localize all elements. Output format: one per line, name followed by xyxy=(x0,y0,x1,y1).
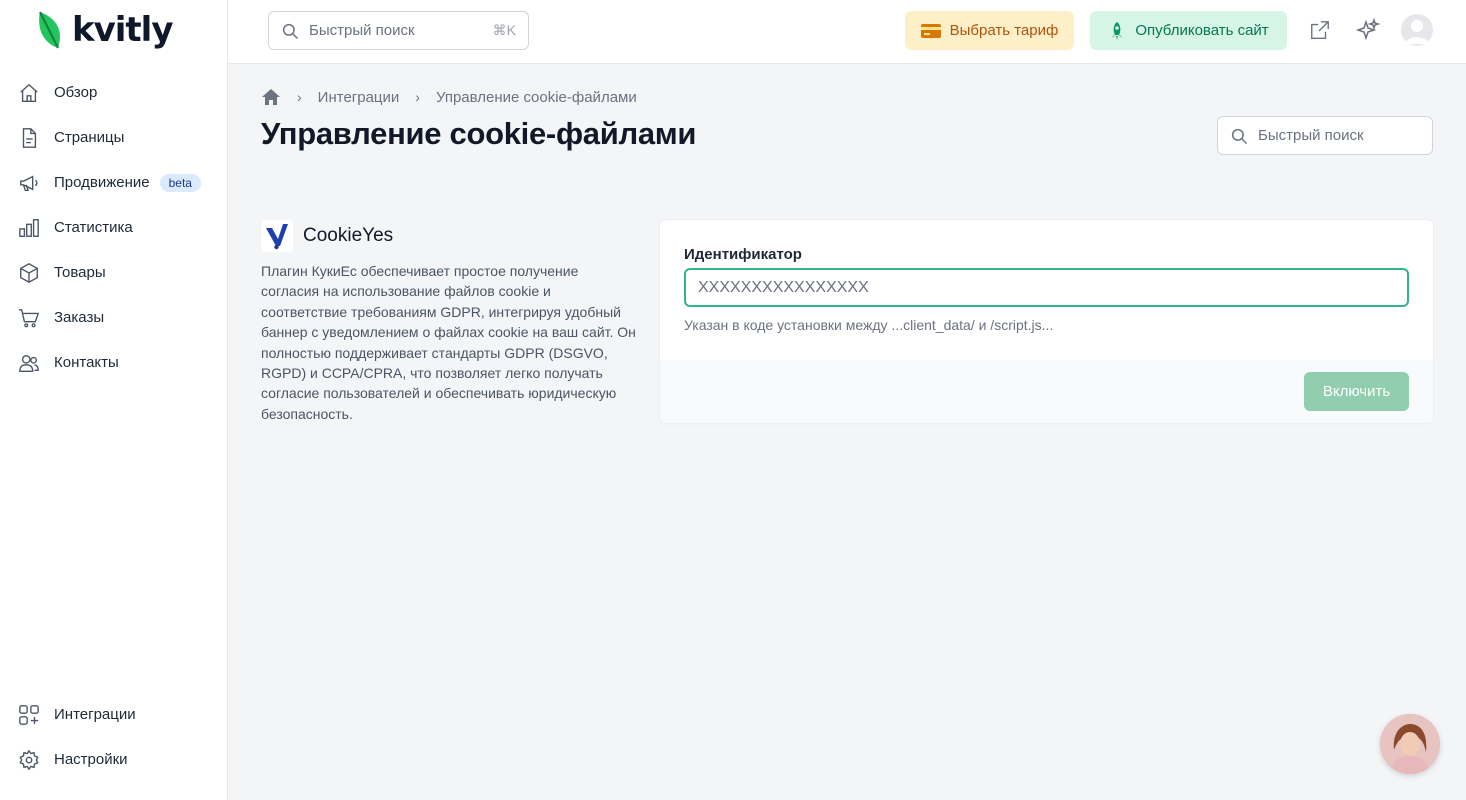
ai-assistant-button[interactable] xyxy=(1355,17,1381,43)
page-icon xyxy=(22,127,37,148)
identifier-input[interactable] xyxy=(684,268,1409,307)
sidebar-bottom-nav: Интеграции Настройки xyxy=(0,692,228,782)
sparkles-icon xyxy=(1356,18,1380,41)
breadcrumb-link-integrations[interactable]: Интеграции xyxy=(318,89,400,106)
home-icon[interactable] xyxy=(261,88,281,106)
sidebar-item-promotion[interactable]: Продвижение beta xyxy=(0,160,228,205)
sidebar-item-overview[interactable]: Обзор xyxy=(0,70,228,115)
plugin-description: Плагин КукиЕс обеспечивает простое получ… xyxy=(261,263,636,422)
sidebar-item-statistics[interactable]: Статистика xyxy=(0,205,228,250)
sidebar-item-label: Статистика xyxy=(54,219,133,236)
users-icon xyxy=(19,354,39,372)
rocket-icon xyxy=(1112,21,1123,40)
identifier-hint: Указан в коде установки между ...client_… xyxy=(684,317,1054,333)
sidebar-item-label: Интеграции xyxy=(54,706,136,723)
search-icon xyxy=(1231,128,1248,144)
page-search-input[interactable]: Быстрый поиск xyxy=(1217,116,1433,155)
integration-settings-card: Идентификатор Указан в коде установки ме… xyxy=(660,220,1433,423)
topbar: Быстрый поиск ⌘K Выбрать тариф Опубликов… xyxy=(228,0,1466,64)
plugin-header: CookieYes xyxy=(261,220,393,252)
sidebar-item-label: Контакты xyxy=(54,354,119,371)
enable-button[interactable]: Включить xyxy=(1304,372,1409,411)
credit-card-icon xyxy=(920,23,941,38)
publish-site-label: Опубликовать сайт xyxy=(1135,22,1269,39)
publish-site-button[interactable]: Опубликовать сайт xyxy=(1090,11,1287,50)
sidebar-item-contacts[interactable]: Контакты xyxy=(0,340,228,385)
support-avatar-icon xyxy=(1380,714,1440,774)
search-shortcut: ⌘K xyxy=(492,22,516,38)
open-site-button[interactable] xyxy=(1307,17,1333,43)
search-placeholder: Быстрый поиск xyxy=(1258,127,1364,144)
sidebar-item-orders[interactable]: Заказы xyxy=(0,295,228,340)
choose-plan-button[interactable]: Выбрать тариф xyxy=(905,11,1074,50)
sidebar-item-pages[interactable]: Страницы xyxy=(0,115,228,160)
box-icon xyxy=(20,262,38,283)
user-avatar[interactable] xyxy=(1401,14,1433,46)
sidebar-item-label: Страницы xyxy=(54,129,125,146)
chevron-right-icon: › xyxy=(297,89,302,105)
card-footer: Включить xyxy=(660,360,1433,423)
global-search-input[interactable]: Быстрый поиск ⌘K xyxy=(268,11,529,50)
logo-text: kvitly xyxy=(72,10,173,50)
page-title: Управление cookie-файлами xyxy=(261,116,697,151)
leaf-logo-icon xyxy=(39,11,60,49)
sidebar-item-settings[interactable]: Настройки xyxy=(0,737,228,782)
megaphone-icon xyxy=(20,174,38,191)
sidebar-item-label: Продвижение xyxy=(54,174,150,191)
sidebar-item-label: Товары xyxy=(54,264,106,281)
apps-plus-icon xyxy=(19,704,39,725)
sidebar-item-label: Заказы xyxy=(54,309,105,326)
sidebar-item-products[interactable]: Товары xyxy=(0,250,228,295)
beta-badge: beta xyxy=(159,173,201,192)
logo[interactable]: kvitly xyxy=(36,10,173,50)
plugin-name: CookieYes xyxy=(303,225,394,246)
home-icon xyxy=(20,83,38,102)
bar-chart-icon xyxy=(19,218,39,237)
sidebar-nav: Обзор Страницы Продвижение beta Статисти… xyxy=(0,70,228,385)
cookieyes-logo xyxy=(261,220,293,252)
breadcrumb: › Интеграции › Управление cookie-файлами xyxy=(261,88,637,106)
gear-icon xyxy=(19,749,39,770)
chevron-right-icon: › xyxy=(415,89,420,105)
external-link-icon xyxy=(1311,21,1329,39)
choose-plan-label: Выбрать тариф xyxy=(949,22,1059,39)
sidebar-item-integrations[interactable]: Интеграции xyxy=(0,692,228,737)
check-mark-icon xyxy=(266,224,288,250)
cart-icon xyxy=(18,308,40,327)
identifier-label: Идентификатор xyxy=(684,246,802,263)
support-chat-button[interactable] xyxy=(1380,714,1440,774)
breadcrumb-current: Управление cookie-файлами xyxy=(435,88,637,106)
sidebar: kvitly Обзор Страницы Продвижение beta С… xyxy=(0,0,228,800)
search-icon xyxy=(282,23,299,39)
user-icon xyxy=(1405,20,1429,44)
sidebar-item-label: Обзор xyxy=(54,84,98,101)
sidebar-item-label: Настройки xyxy=(54,751,128,768)
search-placeholder: Быстрый поиск xyxy=(309,22,415,39)
